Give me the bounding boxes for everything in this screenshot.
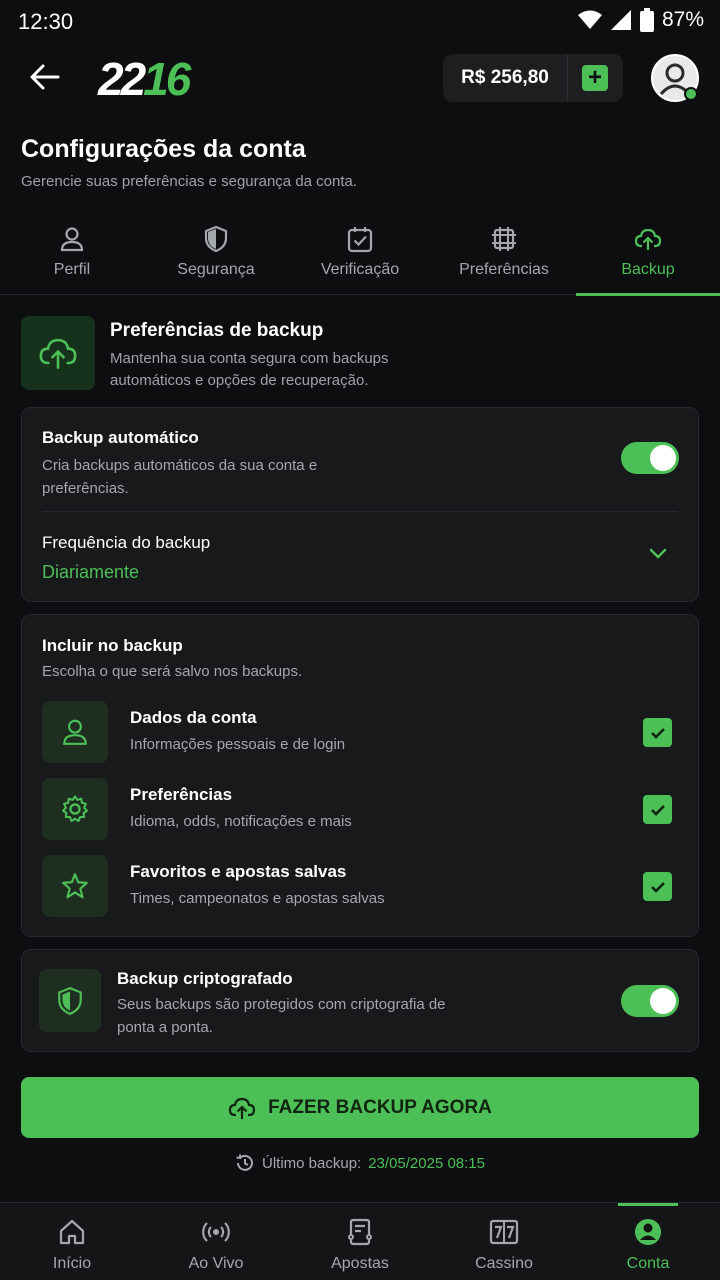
encrypted-backup-card: Backup criptografado Seus backups são pr… xyxy=(21,949,699,1052)
include-item-description: Informações pessoais e de login xyxy=(130,736,346,753)
encrypted-title: Backup criptografado xyxy=(117,969,293,988)
wifi-icon xyxy=(577,10,602,29)
cloud-upload-icon xyxy=(228,1097,256,1119)
include-item-description: Idioma, odds, notificações e mais xyxy=(130,813,352,830)
nav-conta[interactable]: Conta xyxy=(576,1203,720,1280)
check-square-icon xyxy=(347,227,373,253)
nav-ao-vivo[interactable]: Ao Vivo xyxy=(144,1203,288,1280)
nav-inicio[interactable]: Início xyxy=(0,1203,144,1280)
include-title: Incluir no backup xyxy=(42,636,183,655)
include-item-title: Favoritos e apostas salvas xyxy=(130,862,347,881)
backup-now-label: FAZER BACKUP AGORA xyxy=(268,1096,492,1118)
live-icon xyxy=(202,1222,230,1242)
tab-seguranca[interactable]: Segurança xyxy=(144,215,288,295)
include-favorites-checkbox[interactable] xyxy=(643,872,672,901)
slot-777-icon xyxy=(489,1219,519,1245)
cloud-upload-icon xyxy=(39,338,77,369)
shield-check-icon xyxy=(58,986,82,1015)
settings-tabs: Perfil Segurança Verificação Preferência… xyxy=(0,215,720,296)
include-description: Escolha o que será salvo nos backups. xyxy=(42,663,303,680)
account-icon xyxy=(635,1219,661,1245)
balance-amount: R$ 256,80 xyxy=(461,67,549,88)
include-item-title: Preferências xyxy=(130,785,233,804)
encrypted-toggle[interactable] xyxy=(621,985,679,1017)
star-icon xyxy=(62,873,88,899)
tab-perfil[interactable]: Perfil xyxy=(0,215,144,295)
status-bar: 12:30 87% xyxy=(0,0,720,40)
gear-icon xyxy=(61,795,89,823)
encrypted-description: Seus backups são protegidos com criptogr… xyxy=(117,996,446,1036)
auto-backup-card: Backup automático Cria backups automátic… xyxy=(21,407,699,602)
checkmark-icon xyxy=(650,881,665,893)
history-clock-icon xyxy=(236,1154,253,1171)
auto-backup-description: Cria backups automáticos da sua conta e … xyxy=(42,457,318,497)
ticket-icon xyxy=(348,1218,372,1246)
add-funds-button[interactable]: + xyxy=(582,65,608,91)
checkmark-icon xyxy=(650,804,665,816)
frequency-value[interactable]: Diariamente xyxy=(42,562,139,583)
online-status-dot xyxy=(684,87,698,101)
tab-preferencias[interactable]: Preferências xyxy=(432,215,576,295)
balance-widget[interactable]: R$ 256,80 + xyxy=(443,54,623,102)
shield-icon xyxy=(204,225,228,253)
include-item-description: Times, campeonatos e apostas salvas xyxy=(130,890,385,907)
logo[interactable]: 2216 xyxy=(98,52,191,106)
section-title: Preferências de backup xyxy=(110,320,324,341)
page-subtitle: Gerencie suas preferências e segurança d… xyxy=(21,173,358,190)
include-backup-card: Incluir no backup Escolha o que será sal… xyxy=(21,614,699,937)
user-icon xyxy=(60,227,84,252)
auto-backup-title: Backup automático xyxy=(42,428,199,447)
checkmark-icon xyxy=(650,727,665,739)
chevron-down-icon[interactable] xyxy=(648,547,668,561)
include-account-checkbox[interactable] xyxy=(643,718,672,747)
section-description: Mantenha sua conta segura com backups au… xyxy=(110,350,389,389)
include-preferences-checkbox[interactable] xyxy=(643,795,672,824)
signal-icon xyxy=(610,10,631,30)
nav-cassino[interactable]: Cassino xyxy=(432,1203,576,1280)
backup-section-icon-box xyxy=(21,316,95,390)
status-time: 12:30 xyxy=(18,9,74,34)
user-icon xyxy=(63,719,87,745)
frequency-label: Frequência do backup xyxy=(42,533,211,552)
tab-verificacao[interactable]: Verificação xyxy=(288,215,432,295)
home-icon xyxy=(59,1219,85,1245)
nav-apostas[interactable]: Apostas xyxy=(288,1203,432,1280)
last-backup-info: Último backup: 23/05/2025 08:15 xyxy=(0,1153,720,1173)
battery-percent: 87% xyxy=(661,8,704,31)
backup-now-button[interactable]: FAZER BACKUP AGORA xyxy=(21,1077,699,1138)
include-item-title: Dados da conta xyxy=(130,708,257,727)
page-title: Configurações da conta xyxy=(21,135,306,163)
tab-backup[interactable]: Backup xyxy=(576,215,720,296)
last-backup-value: 23/05/2025 08:15 xyxy=(368,1154,485,1172)
bottom-navigation: Início Ao Vivo Apostas Cassino Conta xyxy=(0,1202,720,1280)
auto-backup-toggle[interactable] xyxy=(621,442,679,474)
last-backup-label: Último backup: xyxy=(262,1154,362,1172)
app-header: 2216 R$ 256,80 + xyxy=(0,40,720,120)
sliders-icon xyxy=(492,227,516,251)
back-arrow-icon[interactable] xyxy=(28,60,62,94)
battery-icon xyxy=(639,8,654,32)
cloud-upload-icon xyxy=(634,228,662,250)
